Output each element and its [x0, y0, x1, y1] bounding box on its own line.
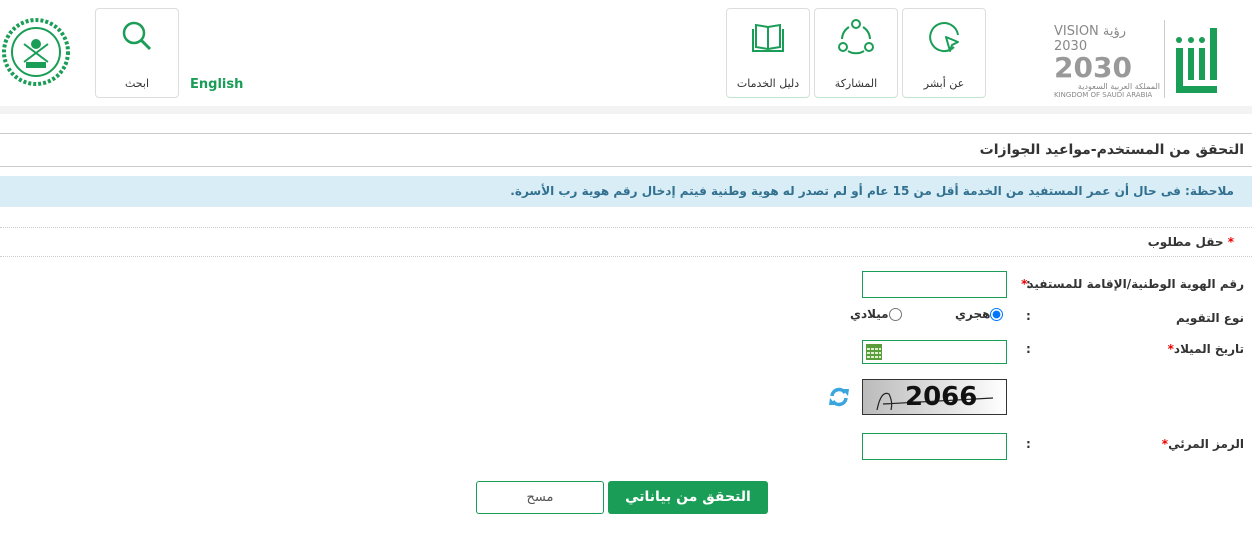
- share-nodes-icon: [838, 19, 874, 55]
- birth-date-label: تاريخ الميلاد*: [1167, 342, 1244, 356]
- birth-date-input[interactable]: [862, 340, 1007, 364]
- header: VISION رؤية 2030 2030 المملكة العربية ال…: [0, 0, 1252, 106]
- required-field-note: * حقل مطلوب: [0, 227, 1252, 257]
- tile-services-guide[interactable]: دليل الخدمات: [726, 8, 810, 98]
- radio-hijri[interactable]: هجري: [955, 307, 1004, 321]
- ministry-emblem-logo: [2, 18, 70, 86]
- colon: :: [1026, 277, 1031, 291]
- refresh-captcha-icon[interactable]: [828, 386, 850, 408]
- cursor-circle-icon: [929, 22, 959, 53]
- tile-participation[interactable]: المشاركة: [814, 8, 898, 98]
- colon: :: [1026, 342, 1031, 356]
- absher-logo[interactable]: [1172, 18, 1222, 98]
- radio-hijri-input[interactable]: [990, 308, 1004, 321]
- calendar-type-label: نوع التقويم: [1176, 311, 1244, 325]
- radio-gregorian[interactable]: ميلادي: [850, 307, 902, 321]
- captcha-input[interactable]: [862, 433, 1007, 460]
- page-title: التحقق من المستخدم-مواعيد الجوازات: [0, 133, 1252, 167]
- colon: :: [1026, 437, 1031, 451]
- language-english-link[interactable]: English: [190, 77, 243, 92]
- search-button[interactable]: ابحث: [95, 8, 179, 98]
- id-number-label: رقم الهوية الوطنية/الإقامة للمستفيد*: [1021, 277, 1244, 291]
- clear-button[interactable]: مسح: [476, 481, 604, 514]
- tile-about-absher[interactable]: عن أبشر: [902, 8, 986, 98]
- radio-gregorian-input[interactable]: [888, 308, 902, 321]
- captcha-label: الرمز المرئي*: [1161, 437, 1244, 451]
- vision-2030-logo: VISION رؤية 2030 2030 المملكة العربية ال…: [1054, 24, 1160, 99]
- calendar-icon[interactable]: [866, 344, 882, 360]
- info-note: ملاحظة: فى حال أن عمر المستفيد من الخدمة…: [0, 176, 1252, 207]
- verify-button[interactable]: التحقق من بياناتي: [608, 481, 768, 514]
- captcha-image: 2066: [862, 379, 1007, 415]
- book-icon: [752, 23, 784, 52]
- id-number-input[interactable]: [862, 271, 1007, 298]
- colon: :: [1026, 309, 1031, 323]
- search-icon: [122, 21, 152, 51]
